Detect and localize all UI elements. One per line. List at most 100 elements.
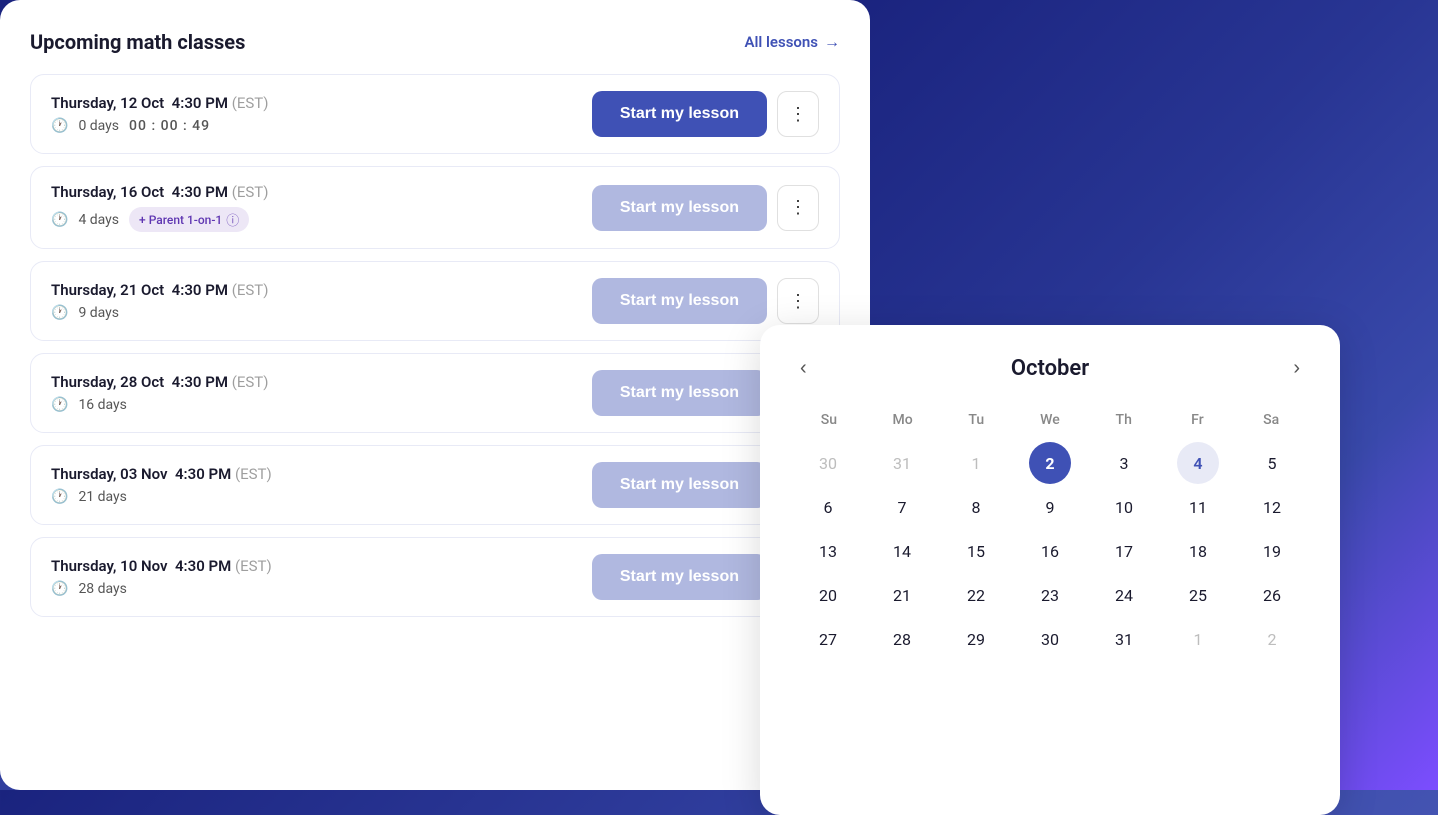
lesson-meta: 🕐 16 days <box>51 397 268 413</box>
calendar-day[interactable]: 30 <box>807 442 849 484</box>
lesson-date: Thursday, 10 Nov 4:30 PM (EST) <box>51 557 272 575</box>
lesson-timer: 00 : 00 : 49 <box>129 118 210 134</box>
start-lesson-button[interactable]: Start my lesson <box>592 370 767 416</box>
calendar-day[interactable]: 13 <box>807 530 849 572</box>
calendar-weekday: We <box>1013 408 1087 432</box>
info-icon: ⓘ <box>226 210 239 229</box>
all-lessons-link[interactable]: All lessons → <box>744 32 840 52</box>
card-header: Upcoming math classes All lessons → <box>30 30 840 54</box>
calendar-day[interactable]: 15 <box>955 530 997 572</box>
lesson-date: Thursday, 12 Oct 4:30 PM (EST) <box>51 94 268 112</box>
calendar-day[interactable]: 1 <box>1177 618 1219 660</box>
calendar-day[interactable]: 17 <box>1103 530 1145 572</box>
calendar-day[interactable]: 10 <box>1103 486 1145 528</box>
calendar-header: ‹ October › <box>792 353 1308 384</box>
start-lesson-button[interactable]: Start my lesson <box>592 462 767 508</box>
calendar-prev-button[interactable]: ‹ <box>792 353 815 384</box>
all-lessons-arrow: → <box>824 32 840 52</box>
calendar-day[interactable]: 28 <box>881 618 923 660</box>
more-options-button[interactable]: ⋮ <box>777 185 819 231</box>
calendar-days: 3031123456789101112131415161718192021222… <box>792 442 1308 660</box>
lesson-row: Thursday, 16 Oct 4:30 PM (EST)🕐4 days+ P… <box>30 166 840 249</box>
start-lesson-button[interactable]: Start my lesson <box>592 91 767 137</box>
start-lesson-button[interactable]: Start my lesson <box>592 278 767 324</box>
calendar-day[interactable]: 7 <box>881 486 923 528</box>
lesson-date: Thursday, 28 Oct 4:30 PM (EST) <box>51 373 268 391</box>
page-title: Upcoming math classes <box>30 30 245 54</box>
lesson-info: Thursday, 21 Oct 4:30 PM (EST) 🕐 9 days <box>51 281 268 321</box>
calendar-day[interactable]: 27 <box>807 618 849 660</box>
lesson-actions: Start my lesson⋮ <box>592 185 819 231</box>
calendar-month: October <box>1011 356 1089 381</box>
calendar-day[interactable]: 4 <box>1177 442 1219 484</box>
calendar-day[interactable]: 31 <box>1103 618 1145 660</box>
lesson-meta: 🕐 0 days 00 : 00 : 49 <box>51 118 268 134</box>
calendar-weekdays: SuMoTuWeThFrSa <box>792 408 1308 432</box>
calendar-card: ‹ October › SuMoTuWeThFrSa 3031123456789… <box>760 325 1340 815</box>
calendar-day[interactable]: 18 <box>1177 530 1219 572</box>
lesson-info: Thursday, 03 Nov 4:30 PM (EST) 🕐 21 days <box>51 465 272 505</box>
calendar-day[interactable]: 23 <box>1029 574 1071 616</box>
clock-icon: 🕐 <box>51 489 68 505</box>
lesson-meta: 🕐 21 days <box>51 489 272 505</box>
calendar-grid: SuMoTuWeThFrSa 3031123456789101112131415… <box>792 408 1308 660</box>
calendar-day[interactable]: 25 <box>1177 574 1219 616</box>
all-lessons-label: All lessons <box>744 33 818 51</box>
lesson-days: 9 days <box>78 305 119 321</box>
start-lesson-button[interactable]: Start my lesson <box>592 554 767 600</box>
more-options-button[interactable]: ⋮ <box>777 278 819 324</box>
calendar-day[interactable]: 22 <box>955 574 997 616</box>
calendar-day[interactable]: 24 <box>1103 574 1145 616</box>
lesson-info: Thursday, 16 Oct 4:30 PM (EST)🕐4 days+ P… <box>51 183 268 232</box>
parent-badge: + Parent 1-on-1 ⓘ <box>129 207 249 232</box>
lesson-meta: 🕐 4 days + Parent 1-on-1 ⓘ <box>51 207 268 232</box>
calendar-day[interactable]: 14 <box>881 530 923 572</box>
clock-icon: 🕐 <box>51 581 68 597</box>
lesson-info: Thursday, 10 Nov 4:30 PM (EST) 🕐 28 days <box>51 557 272 597</box>
calendar-day[interactable]: 16 <box>1029 530 1071 572</box>
clock-icon: 🕐 <box>51 397 68 413</box>
lesson-days: 16 days <box>78 397 126 413</box>
lesson-date: Thursday, 03 Nov 4:30 PM (EST) <box>51 465 272 483</box>
start-lesson-button[interactable]: Start my lesson <box>592 185 767 231</box>
lesson-actions: Start my lesson⋮ <box>592 91 819 137</box>
calendar-day[interactable]: 2 <box>1029 442 1071 484</box>
calendar-day[interactable]: 9 <box>1029 486 1071 528</box>
calendar-weekday: Fr <box>1161 408 1235 432</box>
calendar-day[interactable]: 31 <box>881 442 923 484</box>
clock-icon: 🕐 <box>51 118 68 134</box>
calendar-day[interactable]: 12 <box>1251 486 1293 528</box>
calendar-next-button[interactable]: › <box>1285 353 1308 384</box>
lesson-date: Thursday, 21 Oct 4:30 PM (EST) <box>51 281 268 299</box>
calendar-day[interactable]: 30 <box>1029 618 1071 660</box>
lesson-row: Thursday, 03 Nov 4:30 PM (EST) 🕐 21 days St… <box>30 445 840 525</box>
lesson-days: 21 days <box>78 489 126 505</box>
calendar-day[interactable]: 2 <box>1251 618 1293 660</box>
calendar-day[interactable]: 20 <box>807 574 849 616</box>
calendar-day[interactable]: 1 <box>955 442 997 484</box>
calendar-day[interactable]: 6 <box>807 486 849 528</box>
calendar-weekday: Su <box>792 408 866 432</box>
lesson-row: Thursday, 28 Oct 4:30 PM (EST) 🕐 16 days St… <box>30 353 840 433</box>
calendar-weekday: Tu <box>939 408 1013 432</box>
lesson-days: 0 days <box>78 118 119 134</box>
lesson-days: 28 days <box>78 581 126 597</box>
clock-icon: 🕐 <box>51 212 68 228</box>
lesson-days: 4 days <box>78 212 119 228</box>
calendar-day[interactable]: 21 <box>881 574 923 616</box>
calendar-day[interactable]: 29 <box>955 618 997 660</box>
lesson-row: Thursday, 10 Nov 4:30 PM (EST) 🕐 28 days St… <box>30 537 840 617</box>
calendar-weekday: Sa <box>1234 408 1308 432</box>
calendar-day[interactable]: 3 <box>1103 442 1145 484</box>
calendar-day[interactable]: 11 <box>1177 486 1219 528</box>
calendar-day[interactable]: 8 <box>955 486 997 528</box>
clock-icon: 🕐 <box>51 305 68 321</box>
lessons-list: Thursday, 12 Oct 4:30 PM (EST) 🕐 0 days 00 … <box>30 74 840 617</box>
calendar-weekday: Mo <box>866 408 940 432</box>
more-options-button[interactable]: ⋮ <box>777 91 819 137</box>
calendar-day[interactable]: 5 <box>1251 442 1293 484</box>
lesson-row: Thursday, 12 Oct 4:30 PM (EST) 🕐 0 days 00 … <box>30 74 840 154</box>
calendar-day[interactable]: 19 <box>1251 530 1293 572</box>
lesson-row: Thursday, 21 Oct 4:30 PM (EST) 🕐 9 days Sta… <box>30 261 840 341</box>
calendar-day[interactable]: 26 <box>1251 574 1293 616</box>
